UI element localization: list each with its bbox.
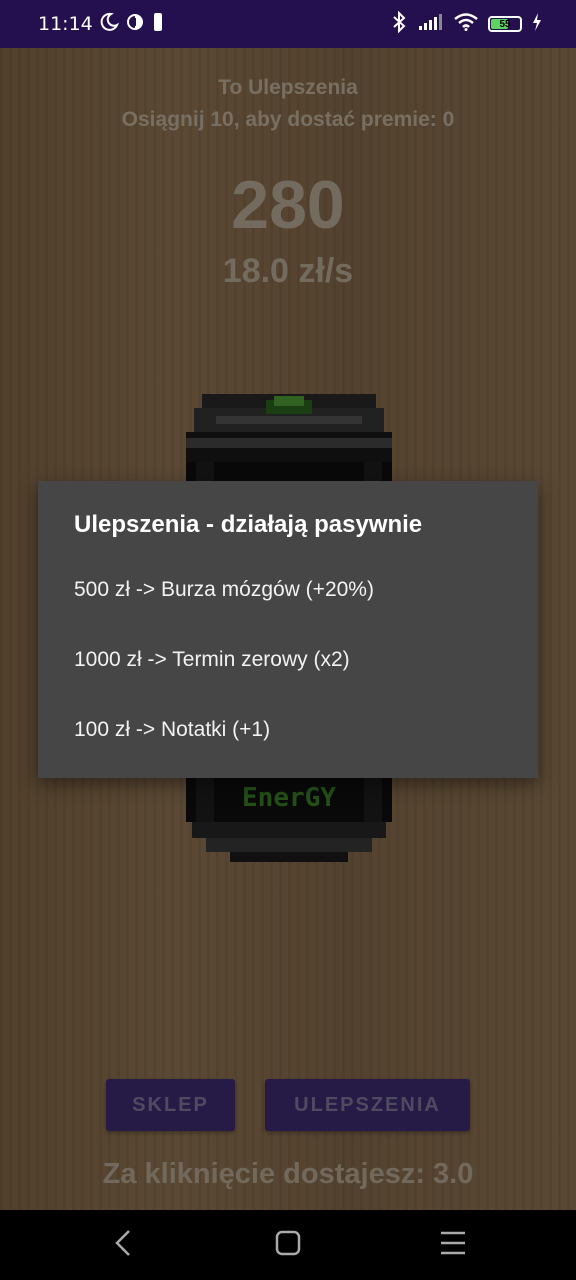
status-bar: 11:14 55 (0, 0, 576, 48)
charging-icon (532, 12, 542, 36)
bluetooth-icon (390, 10, 408, 38)
battery-icon: 55 (488, 16, 522, 32)
battery-level: 55 (499, 18, 511, 30)
dialog-title: Ulepszenia - działają pasywnie (74, 511, 423, 538)
back-icon (111, 1228, 135, 1263)
back-button[interactable] (93, 1220, 153, 1270)
upgrades-dialog: Ulepszenia - działają pasywnie 500 zł ->… (38, 481, 538, 778)
sim-icon (151, 12, 165, 37)
data-saver-icon (125, 12, 145, 37)
upgrade-option-notes[interactable]: 100 zł -> Notatki (+1) (74, 718, 514, 742)
upgrade-option-deadline[interactable]: 1000 zł -> Termin zerowy (x2) (74, 648, 514, 672)
home-button[interactable] (258, 1220, 318, 1270)
wifi-icon (454, 12, 478, 36)
signal-icon (418, 13, 444, 36)
home-icon (274, 1229, 302, 1262)
clock: 11:14 (38, 13, 93, 35)
recents-button[interactable] (423, 1220, 483, 1270)
moon-icon (99, 12, 119, 37)
menu-icon (439, 1230, 467, 1261)
upgrade-option-brainstorm[interactable]: 500 zł -> Burza mózgów (+20%) (74, 578, 514, 602)
navigation-bar (0, 1210, 576, 1280)
